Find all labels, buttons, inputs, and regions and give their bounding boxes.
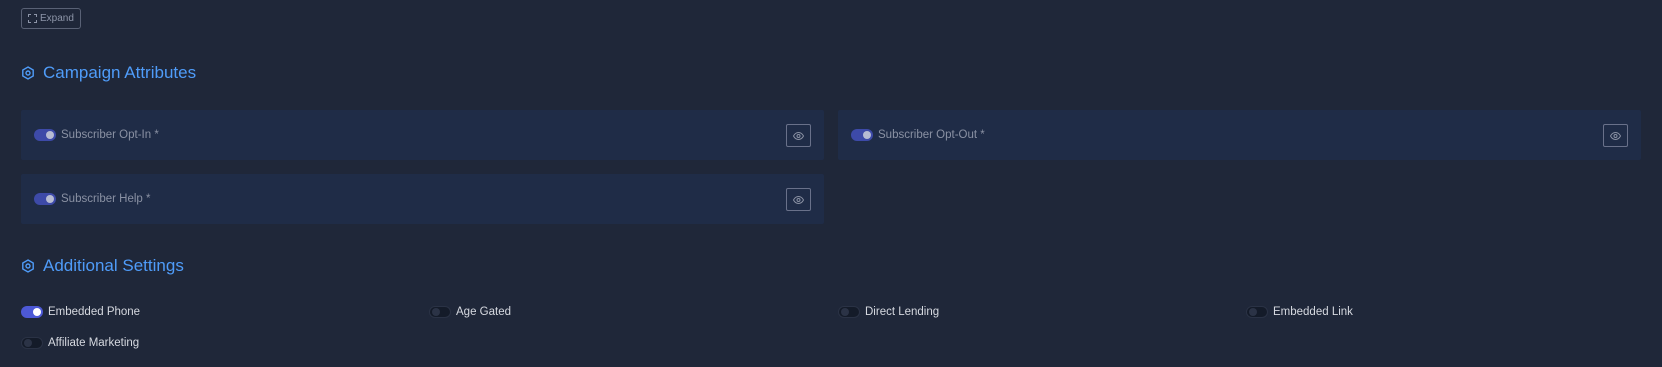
expand-icon [28, 14, 37, 23]
additional-settings-heading: Additional Settings [21, 256, 184, 276]
eye-icon [1609, 127, 1622, 145]
affiliate-marketing-toggle[interactable] [21, 337, 43, 349]
subscriber-opt-out-toggle[interactable] [851, 129, 873, 141]
eye-icon [792, 191, 805, 209]
direct-lending-label: Direct Lending [865, 306, 940, 318]
subscriber-opt-in-view-button[interactable] [786, 124, 811, 147]
subscriber-opt-in-toggle[interactable] [34, 129, 56, 141]
additional-settings-title: Additional Settings [43, 256, 184, 275]
subscriber-opt-in-card: Subscriber Opt-In * [21, 110, 824, 160]
subscriber-opt-out-view-button[interactable] [1603, 124, 1628, 147]
embedded-link-setting: Embedded Link [1246, 306, 1353, 318]
campaign-attributes-heading: Campaign Attributes [21, 63, 196, 83]
subscriber-opt-in-label: Subscriber Opt-In * [61, 129, 159, 141]
campaign-attributes-title: Campaign Attributes [43, 63, 197, 82]
embedded-phone-toggle[interactable] [21, 306, 43, 318]
subscriber-help-view-button[interactable] [786, 188, 811, 211]
subscriber-opt-out-label: Subscriber Opt-Out * [878, 129, 985, 141]
subscriber-opt-out-card: Subscriber Opt-Out * [838, 110, 1641, 160]
subscriber-help-card: Subscriber Help * [21, 174, 824, 224]
direct-lending-setting: Direct Lending [838, 306, 939, 318]
age-gated-toggle[interactable] [429, 306, 451, 318]
eye-icon [792, 127, 805, 145]
gear-icon [21, 259, 35, 273]
embedded-phone-setting: Embedded Phone [21, 306, 140, 318]
subscriber-help-toggle[interactable] [34, 193, 56, 205]
affiliate-marketing-label: Affiliate Marketing [48, 337, 140, 349]
direct-lending-toggle[interactable] [838, 306, 860, 318]
embedded-link-toggle[interactable] [1246, 306, 1268, 318]
gear-icon [21, 66, 35, 80]
embedded-phone-label: Embedded Phone [48, 306, 141, 318]
expand-label: Expand [40, 13, 74, 24]
embedded-link-label: Embedded Link [1273, 306, 1353, 318]
subscriber-help-label: Subscriber Help * [61, 193, 151, 205]
expand-button[interactable]: Expand [21, 8, 81, 29]
age-gated-setting: Age Gated [429, 306, 511, 318]
age-gated-label: Age Gated [456, 306, 511, 318]
affiliate-marketing-setting: Affiliate Marketing [21, 337, 139, 349]
